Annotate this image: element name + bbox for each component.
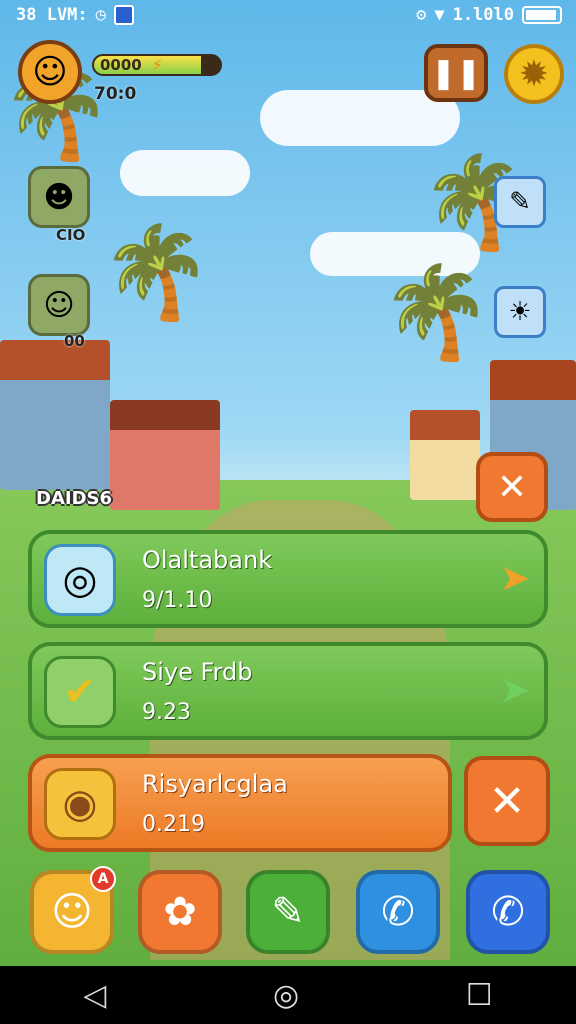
home-icon[interactable]: ◎	[273, 978, 299, 1013]
app-icon	[113, 5, 134, 25]
status-left-text: 38 LVM:	[16, 5, 88, 25]
cancel-button[interactable]: ✕	[464, 756, 550, 846]
list-item[interactable]: ✔ Siye Frdb 9.23 ➤	[28, 642, 548, 740]
house-center-left	[110, 400, 220, 510]
list-item[interactable]: ◉ Risyarlcglaa 0.219	[28, 754, 452, 852]
arrow-icon[interactable]: ➤	[500, 558, 530, 599]
status-right-text: 1.l0l0	[452, 5, 514, 25]
notification-badge: A	[90, 866, 116, 892]
lightning-icon: ⚡	[152, 56, 163, 74]
close-button[interactable]: ✕	[476, 452, 548, 522]
recent-apps-icon[interactable]: ☐	[466, 978, 493, 1013]
wifi-icon: ▼	[434, 5, 445, 25]
sun-bonus-button[interactable]: ☀	[494, 286, 546, 338]
house-left	[0, 340, 110, 490]
build-button[interactable]: ✎	[246, 870, 330, 954]
friend-avatar-1[interactable]: ☻	[28, 166, 90, 228]
item-name: Siye Frdb	[142, 658, 253, 686]
settings-gear-button[interactable]: ✹	[504, 44, 564, 104]
chat-button[interactable]: ✆	[356, 870, 440, 954]
item-value: 9.23	[142, 700, 191, 725]
check-icon: ✔	[44, 656, 116, 728]
palm-tree: 🌴	[380, 260, 493, 365]
edit-note-button[interactable]: ✎	[494, 176, 546, 228]
settings-button[interactable]: ✿	[138, 870, 222, 954]
character-icon: ☺	[51, 889, 93, 935]
system-nav-bar: ◁ ◎ ☐	[0, 966, 576, 1024]
item-name: Risyarlcglaa	[142, 770, 288, 798]
battery-icon	[522, 6, 562, 24]
cloud	[120, 150, 250, 196]
friend-1-label: CIO	[56, 226, 86, 244]
call-button[interactable]: ✆	[466, 870, 550, 954]
item-name: Olaltabank	[142, 546, 273, 574]
pencil-icon: ✎	[271, 889, 305, 935]
back-icon[interactable]: ◁	[83, 978, 106, 1013]
list-item[interactable]: ◎ Olaltabank 9/1.10 ➤	[28, 530, 548, 628]
section-title: DAIDS6	[36, 488, 112, 509]
house-center-right	[410, 410, 480, 500]
item-value: 9/1.10	[142, 588, 213, 613]
energy-bar: 0000 ⚡	[92, 54, 222, 76]
chat-bubble-icon: ✆	[381, 889, 415, 935]
energy-text: 0000	[100, 56, 142, 74]
clock-icon: ◷	[95, 5, 106, 25]
pause-button[interactable]: ❚❚	[424, 44, 488, 102]
profile-button[interactable]: ☺ A	[30, 866, 116, 954]
flower-icon: ✿	[163, 889, 197, 935]
spiral-icon: ◉	[44, 768, 116, 840]
status-bar: 38 LVM: ◷ ⚙ ▼ 1.l0l0	[0, 0, 576, 32]
timer-text: 70:0	[94, 84, 137, 104]
palm-tree: 🌴	[100, 220, 213, 325]
player-avatar[interactable]: ☺	[18, 40, 82, 104]
friend-2-label: 00	[64, 332, 85, 350]
item-value: 0.219	[142, 812, 205, 837]
arrow-icon[interactable]: ➤	[500, 670, 530, 711]
friend-avatar-2[interactable]: ☺	[28, 274, 90, 336]
target-icon: ◎	[44, 544, 116, 616]
phone-icon: ✆	[491, 889, 525, 935]
signal-icon: ⚙	[416, 5, 427, 25]
